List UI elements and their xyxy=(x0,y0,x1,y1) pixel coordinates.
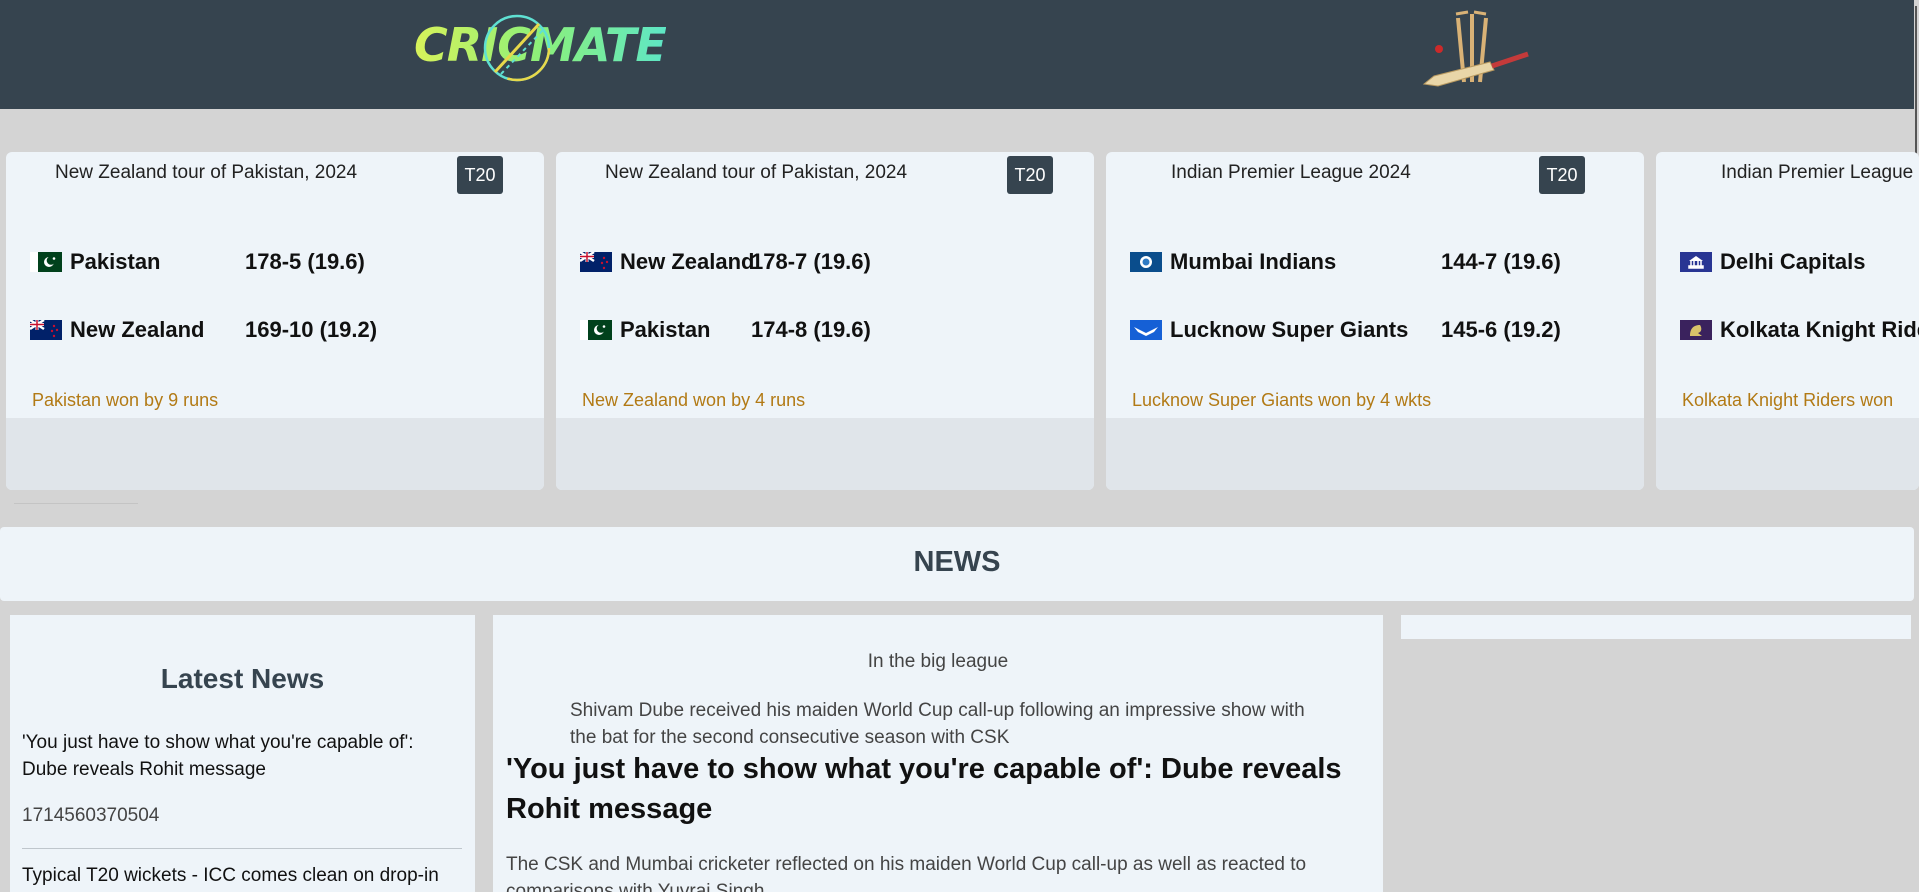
match-card[interactable]: New Zealand tour of Pakistan, 2024 T20 P… xyxy=(6,152,544,490)
card-footer xyxy=(1106,418,1644,490)
format-badge: T20 xyxy=(1539,156,1585,194)
latest-news-panel: Latest News 'You just have to show what … xyxy=(10,615,475,892)
match-result: New Zealand won by 4 runs xyxy=(582,390,806,410)
team-score: 178-5 (19.6) xyxy=(245,249,365,274)
team-name: New Zealand xyxy=(70,317,205,342)
team-name: New Zealand xyxy=(620,249,755,274)
latest-news-item[interactable]: Typical T20 wickets - ICC comes clean on… xyxy=(22,862,462,889)
match-card[interactable]: Indian Premier League Delhi Capitals Kol… xyxy=(1656,152,1919,490)
series-name: Indian Premier League xyxy=(1721,162,1914,183)
team-score: 174-8 (19.6) xyxy=(751,317,871,342)
team-score: 178-7 (19.6) xyxy=(751,249,871,274)
article-headline[interactable]: 'You just have to show what you're capab… xyxy=(506,749,1366,829)
match-card[interactable]: Indian Premier League 2024 T20 Mumbai In… xyxy=(1106,152,1644,490)
format-badge: T20 xyxy=(457,156,503,194)
team-name: Delhi Capitals xyxy=(1720,249,1866,274)
carousel-divider xyxy=(14,503,138,504)
cricket-ball-icon xyxy=(483,14,551,82)
new-zealand-flag-icon xyxy=(580,252,612,272)
lucknow-super-giants-logo-icon xyxy=(1130,320,1162,340)
news-section-header: NEWS xyxy=(0,527,1914,601)
featured-article: In the big league Shivam Dube received h… xyxy=(493,615,1383,892)
stumps-bat-icon xyxy=(1422,10,1529,87)
card-footer xyxy=(556,418,1094,490)
card-footer xyxy=(1656,418,1919,490)
team-name: Kolkata Knight Ride xyxy=(1720,317,1919,342)
series-name: New Zealand tour of Pakistan, 2024 xyxy=(605,162,908,183)
series-name: Indian Premier League 2024 xyxy=(1171,162,1411,183)
news-divider xyxy=(22,848,462,849)
top-navbar: CRICMATE xyxy=(0,0,1919,109)
news-timestamp: 1714560370504 xyxy=(22,805,160,826)
team-score: 145-6 (19.2) xyxy=(1441,317,1561,342)
pakistan-flag-icon xyxy=(30,252,62,272)
team-name: Mumbai Indians xyxy=(1170,249,1337,274)
kolkata-knight-riders-logo-icon xyxy=(1680,320,1712,340)
team-name: Pakistan xyxy=(70,249,161,274)
new-zealand-flag-icon xyxy=(30,320,62,340)
article-body: The CSK and Mumbai cricketer reflected o… xyxy=(506,854,1307,892)
news-section-title: NEWS xyxy=(913,546,1001,578)
team-score: 144-7 (19.6) xyxy=(1441,249,1561,274)
mumbai-indians-logo-icon xyxy=(1130,252,1162,272)
match-card[interactable]: New Zealand tour of Pakistan, 2024 T20 N… xyxy=(556,152,1094,490)
card-footer xyxy=(6,418,544,490)
latest-news-heading: Latest News xyxy=(160,663,325,694)
match-result: Kolkata Knight Riders won xyxy=(1682,390,1894,410)
delhi-capitals-logo-icon xyxy=(1680,252,1712,272)
article-kicker: In the big league xyxy=(867,651,1009,672)
cricmate-logo[interactable]: CRICMATE xyxy=(414,14,667,86)
article-summary: Shivam Dube received his maiden World Cu… xyxy=(570,700,1305,748)
pakistan-flag-icon xyxy=(580,320,612,340)
latest-news-item[interactable]: 'You just have to show what you're capab… xyxy=(22,729,462,783)
side-panel xyxy=(1401,615,1911,639)
match-result: Pakistan won by 9 runs xyxy=(32,390,219,410)
team-score: 169-10 (19.2) xyxy=(245,317,378,342)
team-name: Pakistan xyxy=(620,317,711,342)
team-name: Lucknow Super Giants xyxy=(1170,317,1409,342)
match-result: Lucknow Super Giants won by 4 wkts xyxy=(1132,390,1432,410)
series-name: New Zealand tour of Pakistan, 2024 xyxy=(55,162,358,183)
format-badge: T20 xyxy=(1007,156,1053,194)
